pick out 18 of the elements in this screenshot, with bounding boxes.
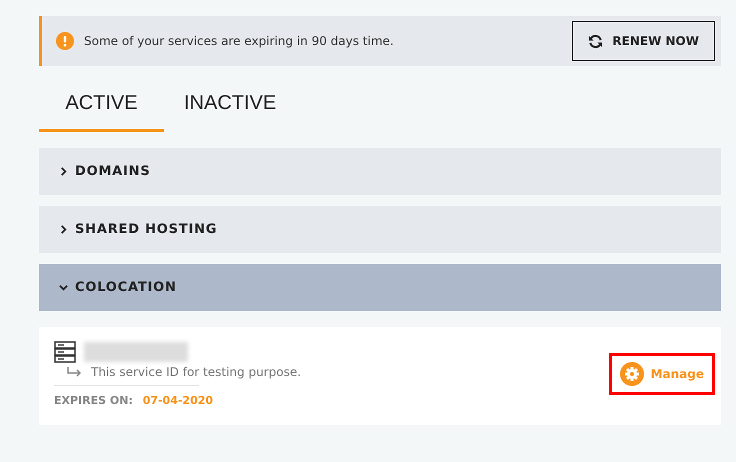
tab[interactable]: INACTIVE (164, 80, 289, 132)
section-header[interactable]: COLOCATION (39, 264, 721, 311)
alert-message: Some of your services are expiring in 90 days time. (84, 34, 395, 48)
renew-now-button[interactable]: RENEW NOW (572, 21, 715, 61)
warning-icon (56, 32, 74, 50)
chevron-right-icon (59, 167, 68, 176)
service-description: This service ID for testing purpose. (91, 365, 302, 379)
gear-icon (620, 362, 644, 386)
expires-label: EXPIRES ON: (54, 394, 133, 407)
chevron-right-icon (59, 225, 68, 234)
chevron-down-icon (59, 283, 68, 292)
server-icon (54, 341, 76, 363)
section-header[interactable]: SHARED HOSTING (39, 206, 721, 253)
return-arrow-icon (67, 367, 81, 377)
tab[interactable]: ACTIVE (39, 80, 164, 132)
section-header[interactable]: DOMAINS (39, 148, 721, 195)
refresh-icon (588, 34, 604, 48)
expiry-date: 07-04-2020 (142, 394, 214, 407)
